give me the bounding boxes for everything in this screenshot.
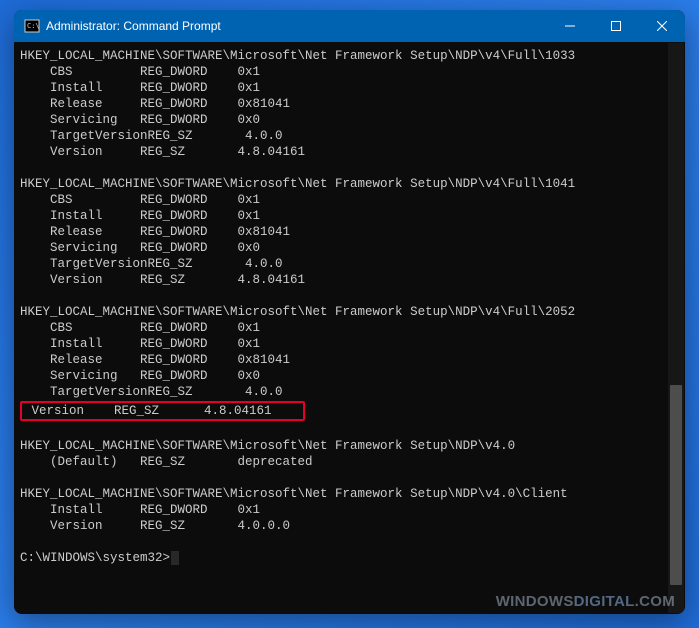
registry-value: Install REG_DWORD 0x1 <box>20 80 681 96</box>
window-controls <box>547 10 685 42</box>
cursor <box>171 551 179 565</box>
registry-key-block: HKEY_LOCAL_MACHINE\SOFTWARE\Microsoft\Ne… <box>20 176 681 288</box>
window-title: Administrator: Command Prompt <box>46 19 547 33</box>
command-prompt-line: C:\WINDOWS\system32> <box>20 550 681 566</box>
command-prompt-window: C:\ Administrator: Command Prompt HKEY_L… <box>14 10 685 614</box>
registry-value: Release REG_DWORD 0x81041 <box>20 224 681 240</box>
maximize-button[interactable] <box>593 10 639 42</box>
registry-key-path: HKEY_LOCAL_MACHINE\SOFTWARE\Microsoft\Ne… <box>20 176 681 192</box>
minimize-button[interactable] <box>547 10 593 42</box>
registry-key-path: HKEY_LOCAL_MACHINE\SOFTWARE\Microsoft\Ne… <box>20 438 681 454</box>
registry-key-path: HKEY_LOCAL_MACHINE\SOFTWARE\Microsoft\Ne… <box>20 48 681 64</box>
registry-value: Servicing REG_DWORD 0x0 <box>20 112 681 128</box>
vertical-scrollbar[interactable] <box>668 43 684 613</box>
registry-value: Version REG_SZ 4.8.04161 <box>20 272 681 288</box>
titlebar[interactable]: C:\ Administrator: Command Prompt <box>14 10 685 42</box>
svg-text:C:\: C:\ <box>27 22 40 30</box>
registry-key-block: HKEY_LOCAL_MACHINE\SOFTWARE\Microsoft\Ne… <box>20 438 681 470</box>
registry-value: Version REG_SZ 4.8.04161 <box>20 144 681 160</box>
registry-key-block: HKEY_LOCAL_MACHINE\SOFTWARE\Microsoft\Ne… <box>20 304 681 422</box>
registry-value: TargetVersionREG_SZ 4.0.0 <box>20 256 681 272</box>
registry-value: TargetVersionREG_SZ 4.0.0 <box>20 128 681 144</box>
registry-key-path: HKEY_LOCAL_MACHINE\SOFTWARE\Microsoft\Ne… <box>20 304 681 320</box>
registry-value: Install REG_DWORD 0x1 <box>20 208 681 224</box>
registry-key-block: HKEY_LOCAL_MACHINE\SOFTWARE\Microsoft\Ne… <box>20 48 681 160</box>
registry-key-block: HKEY_LOCAL_MACHINE\SOFTWARE\Microsoft\Ne… <box>20 486 681 534</box>
registry-value: Version REG_SZ 4.0.0.0 <box>20 518 681 534</box>
registry-value: Servicing REG_DWORD 0x0 <box>20 368 681 384</box>
scrollbar-thumb[interactable] <box>670 385 682 585</box>
registry-key-path: HKEY_LOCAL_MACHINE\SOFTWARE\Microsoft\Ne… <box>20 486 681 502</box>
registry-value: CBS REG_DWORD 0x1 <box>20 192 681 208</box>
registry-value: Install REG_DWORD 0x1 <box>20 502 681 518</box>
registry-value: Install REG_DWORD 0x1 <box>20 336 681 352</box>
registry-value: CBS REG_DWORD 0x1 <box>20 64 681 80</box>
registry-value: Release REG_DWORD 0x81041 <box>20 352 681 368</box>
highlighted-registry-value: Version REG_SZ 4.8.04161 <box>20 401 305 421</box>
cmd-icon: C:\ <box>24 18 40 34</box>
console-output[interactable]: HKEY_LOCAL_MACHINE\SOFTWARE\Microsoft\Ne… <box>14 42 685 614</box>
registry-value: CBS REG_DWORD 0x1 <box>20 320 681 336</box>
registry-value: Servicing REG_DWORD 0x0 <box>20 240 681 256</box>
registry-value: TargetVersionREG_SZ 4.0.0 <box>20 384 681 400</box>
registry-value: (Default) REG_SZ deprecated <box>20 454 681 470</box>
registry-value: Release REG_DWORD 0x81041 <box>20 96 681 112</box>
close-button[interactable] <box>639 10 685 42</box>
